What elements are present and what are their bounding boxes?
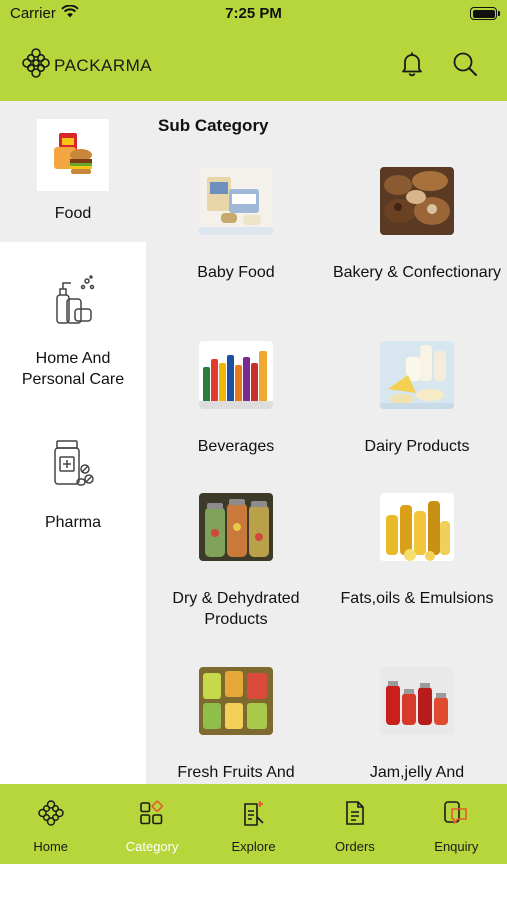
subcategory-label: Fresh Fruits And Vegetables xyxy=(177,764,295,781)
subcategory-fresh-fruits-vegetables[interactable]: Fresh Fruits And Vegetables xyxy=(146,667,326,784)
status-bar: Carrier 7:25 PM xyxy=(0,0,507,28)
sidebar-item-food[interactable]: Food xyxy=(0,101,146,242)
subcategory-label: Beverages xyxy=(197,438,275,455)
jam-jelly-thumbnail xyxy=(380,667,454,735)
subcategory-label: Jam,jelly And Marmalade xyxy=(369,764,465,781)
packarma-knot-icon xyxy=(22,48,50,83)
subcategory-label: Fats,oils & Emulsions xyxy=(340,590,494,607)
home-knot-icon xyxy=(37,799,65,827)
subcategory-fats-oils-emulsions[interactable]: Fats,oils & Emulsions xyxy=(327,493,507,609)
nav-home[interactable]: Home xyxy=(0,784,101,864)
dairy-thumbnail xyxy=(380,341,454,409)
subcategory-label: Baby Food xyxy=(197,264,275,281)
search-icon[interactable] xyxy=(451,50,479,78)
subcategory-panel: Sub Category Baby Food Bakery & Confecti… xyxy=(146,101,507,784)
nav-label: Enquiry xyxy=(434,839,479,854)
baby-food-thumbnail xyxy=(199,167,273,235)
personal-care-icon xyxy=(37,264,109,336)
sidebar-item-pharma[interactable]: Pharma xyxy=(0,428,146,538)
subcategory-dry-dehydrated-products[interactable]: Dry & Dehydrated Products xyxy=(146,493,326,630)
brand-name: PACKARMA xyxy=(54,55,153,75)
nav-category[interactable]: Category xyxy=(101,784,202,864)
subcategory-beverages[interactable]: Beverages xyxy=(146,341,326,457)
beverages-thumbnail xyxy=(199,341,273,409)
nav-enquiry[interactable]: Enquiry xyxy=(406,784,507,864)
enquiry-chat-icon xyxy=(442,799,470,827)
brand-logo[interactable]: PACKARMA xyxy=(22,48,152,83)
section-title: Sub Category xyxy=(158,116,269,135)
nav-label: Explore xyxy=(231,839,276,854)
nav-label: Home xyxy=(33,839,69,854)
nav-label: Category xyxy=(125,839,179,854)
subcategory-jam-jelly-marmalade[interactable]: Jam,jelly And Marmalade xyxy=(327,667,507,784)
bakery-thumbnail xyxy=(380,167,454,235)
subcategory-bakery-confectionary[interactable]: Bakery & Confectionary xyxy=(327,167,507,283)
fats-oils-thumbnail xyxy=(380,493,454,561)
subcategory-label: Dry & Dehydrated Products xyxy=(172,590,300,628)
home-indicator-area xyxy=(0,864,507,900)
category-sidebar: Food Home And Personal Care Pharma xyxy=(0,101,146,784)
app-header: PACKARMA xyxy=(0,28,507,101)
sidebar-item-label: Pharma xyxy=(44,514,102,531)
orders-doc-icon xyxy=(341,799,369,827)
food-burger-icon xyxy=(37,119,109,191)
subcategory-label: Dairy Products xyxy=(364,438,470,455)
nav-label: Orders xyxy=(335,839,375,854)
sidebar-item-label: Home And Personal Care xyxy=(21,350,125,388)
battery-icon xyxy=(470,7,500,20)
sidebar-item-label: Food xyxy=(54,205,92,222)
nav-orders[interactable]: Orders xyxy=(304,784,405,864)
sidebar-item-home-and-personal-care[interactable]: Home And Personal Care xyxy=(0,264,146,404)
explore-doc-icon xyxy=(240,799,268,827)
subcategory-dairy-products[interactable]: Dairy Products xyxy=(327,341,507,457)
bottom-navigation: Home Category Explore Orders Enquiry xyxy=(0,784,507,864)
category-grid-icon xyxy=(138,799,166,827)
dry-dehydrated-thumbnail xyxy=(199,493,273,561)
nav-explore[interactable]: Explore xyxy=(203,784,304,864)
notification-bell-icon[interactable] xyxy=(398,50,426,78)
subcategory-baby-food[interactable]: Baby Food xyxy=(146,167,326,283)
status-time: 7:25 PM xyxy=(225,5,282,22)
pharma-bottle-icon xyxy=(37,428,109,500)
subcategory-label: Bakery & Confectionary xyxy=(332,264,502,281)
fresh-fruits-thumbnail xyxy=(199,667,273,735)
